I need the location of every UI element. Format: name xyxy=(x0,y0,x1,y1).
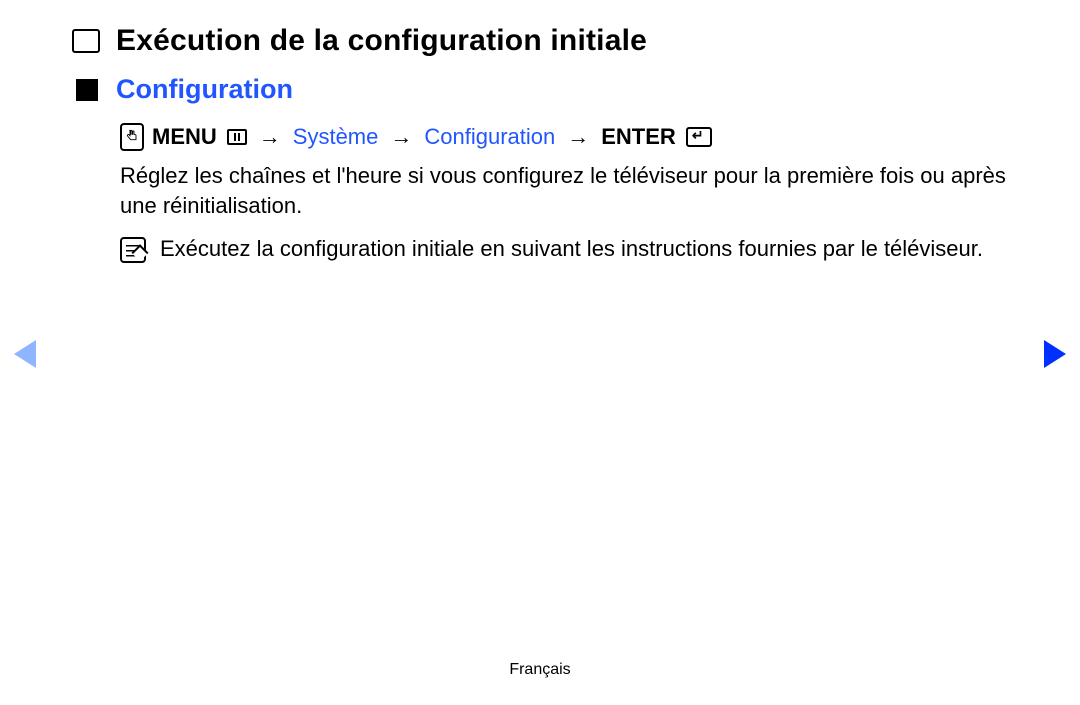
arrow-sep-3: → xyxy=(563,124,593,150)
menu-path: MENU → Système → Configuration → ENTER xyxy=(120,123,1008,151)
menu-button-icon xyxy=(227,129,247,145)
prev-page-arrow[interactable] xyxy=(14,340,36,368)
path-systeme: Système xyxy=(293,124,379,150)
section-box-icon xyxy=(72,29,100,53)
body-paragraph: Réglez les chaînes et l'heure si vous co… xyxy=(120,161,1008,220)
title-row: Exécution de la configuration initiale xyxy=(72,24,1008,58)
square-bullet-icon xyxy=(76,79,98,101)
note-text: Exécutez la configuration initiale en su… xyxy=(160,234,983,264)
enter-label: ENTER xyxy=(601,124,676,150)
page-title: Exécution de la configuration initiale xyxy=(116,24,647,58)
enter-button-icon xyxy=(686,127,712,147)
footer-language: Français xyxy=(0,661,1080,679)
note-row: Exécutez la configuration initiale en su… xyxy=(120,234,1008,264)
next-page-arrow[interactable] xyxy=(1044,340,1066,368)
subtitle: Configuration xyxy=(116,74,293,105)
subtitle-row: Configuration xyxy=(76,74,1008,105)
note-icon xyxy=(120,237,146,263)
remote-hand-icon xyxy=(120,123,144,151)
manual-page: Exécution de la configuration initiale C… xyxy=(0,0,1080,705)
arrow-sep-2: → xyxy=(386,124,416,150)
menu-label: MENU xyxy=(152,124,217,150)
hand-svg xyxy=(124,127,140,147)
arrow-sep-1: → xyxy=(255,124,285,150)
path-configuration: Configuration xyxy=(424,124,555,150)
